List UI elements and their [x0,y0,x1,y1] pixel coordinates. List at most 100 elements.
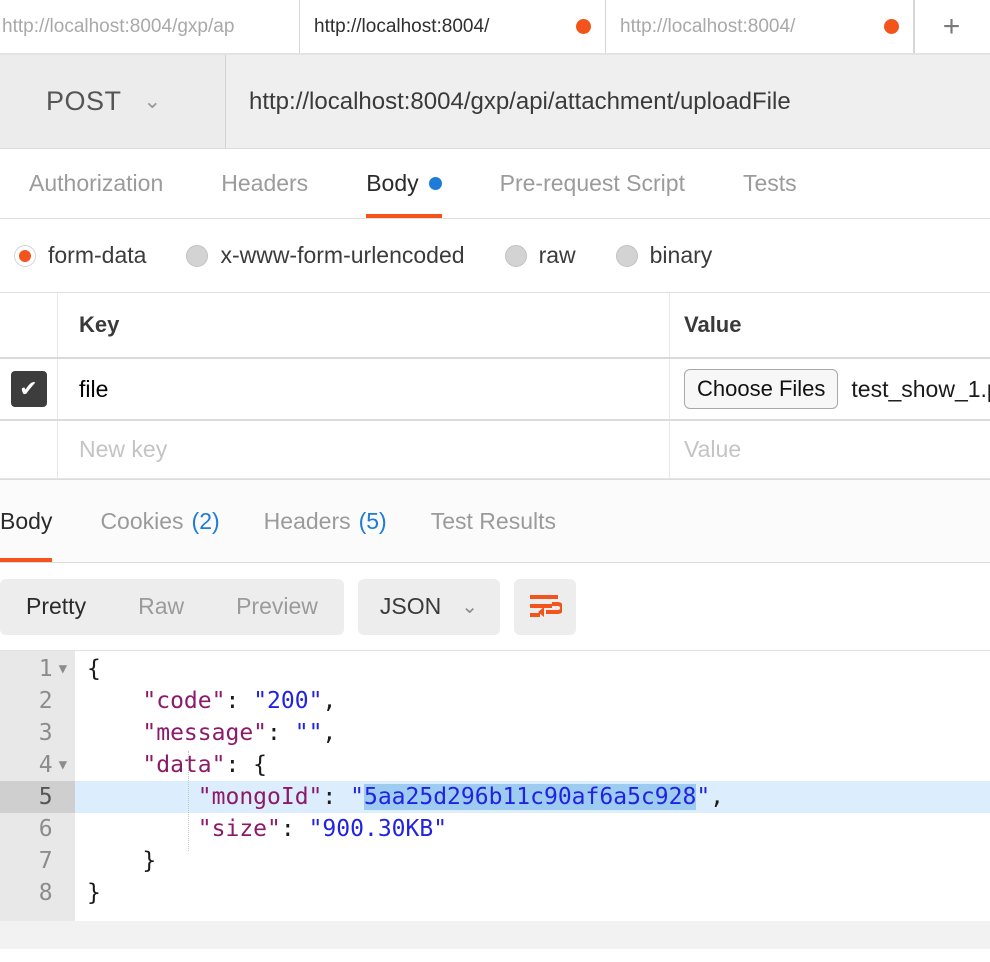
response-tabs: Body Cookies (2) Headers (5) Test Result… [0,479,990,563]
unsaved-changes-dot-icon [884,19,899,34]
line-number-3: 3▼ [0,717,75,749]
request-url-input[interactable]: http://localhost:8004/gxp/api/attachment… [226,55,990,148]
word-wrap-button[interactable] [514,578,577,635]
response-tab-headers-label: Headers [263,507,351,534]
request-tabs: Authorization Headers Body Pre-request S… [0,149,990,219]
line-number-8: 8▼ [0,877,75,909]
selected-file-name: test_show_1.p [851,375,990,402]
response-tab-test-results[interactable]: Test Results [409,480,578,562]
body-type-urlencoded[interactable]: x-www-form-urlencoded [186,242,465,269]
radio-button-icon[interactable] [186,244,209,267]
header-key-cell: Key [58,293,670,357]
row-value-cell: Choose Files test_show_1.p [670,359,990,419]
header-value-cell: Value [670,293,990,357]
code-token: " [350,784,364,810]
body-type-form-data-label: form-data [48,242,147,268]
radio-button-icon[interactable] [504,244,527,267]
line-number-gutter: 1▼2▼3▼4▼5▼6▼7▼8▼ [0,651,75,921]
response-tab-body[interactable]: Body [0,480,78,562]
tab-headers[interactable]: Headers [192,149,337,218]
new-tab-button[interactable]: + [914,0,988,53]
response-format-label: JSON [379,593,442,619]
table-new-row: New key Value [0,421,990,479]
browser-tab-2[interactable]: http://localhost:8004/ [606,0,914,53]
column-header-key: Key [79,312,120,337]
response-tab-body-label: Body [0,507,53,534]
line-number-7: 7▼ [0,845,75,877]
view-mode-pretty[interactable]: Pretty [0,579,112,635]
body-type-raw[interactable]: raw [504,242,576,269]
row-enabled-checkbox[interactable]: ✔ [10,371,47,407]
table-row: ✔ file Choose Files test_show_1.p [0,359,990,421]
row-enabled-cell: ✔ [0,359,58,419]
code-token: "size" [87,816,281,842]
tab-headers-label: Headers [221,170,309,196]
fold-toggle-icon[interactable]: ▼ [59,653,67,685]
code-token: } [87,880,101,906]
code-token: } [87,848,157,874]
line-number-label: 8 [38,880,53,906]
code-token: "mongoId" [87,784,323,810]
code-line-6: "size": "900.30KB" [75,813,990,845]
browser-tab-1[interactable]: http://localhost:8004/ [300,0,606,53]
tab-body[interactable]: Body [337,149,470,218]
view-mode-preview[interactable]: Preview [210,579,344,635]
code-line-7: } [75,845,990,877]
browser-tab-0-label: http://localhost:8004/gxp/ap [2,15,235,37]
response-tab-test-results-label: Test Results [430,507,556,534]
tab-tests[interactable]: Tests [714,149,826,218]
code-token: "900.30KB" [308,816,448,842]
request-url-row: POST ⌄ http://localhost:8004/gxp/api/att… [0,55,990,149]
response-tab-headers[interactable]: Headers (5) [242,480,409,562]
body-type-binary[interactable]: binary [615,242,712,269]
check-icon: ✔ [19,376,38,401]
tab-pre-request-script[interactable]: Pre-request Script [471,149,714,218]
body-modified-dot-icon [428,177,442,190]
radio-button-icon[interactable] [615,244,638,267]
form-data-table: Key Value ✔ file Choose Files test_show_… [0,293,990,479]
code-line-1: { [75,653,990,685]
tab-authorization[interactable]: Authorization [0,149,192,218]
line-number-label: 4 [38,752,53,778]
line-number-label: 3 [38,720,53,746]
response-tab-headers-count: (5) [358,507,387,534]
tab-pre-request-script-label: Pre-request Script [499,170,685,196]
response-tab-cookies[interactable]: Cookies (2) [78,480,241,562]
fold-toggle-icon[interactable]: ▼ [59,749,67,781]
code-token: " [696,784,711,810]
code-line-8: } [75,877,990,909]
body-type-raw-label: raw [538,242,576,268]
choose-files-button[interactable]: Choose Files [684,369,839,409]
code-token: "code" [87,688,226,714]
code-token: { [87,656,101,682]
code-line-2: "code": "200", [75,685,990,717]
response-tab-cookies-label: Cookies [100,507,184,534]
new-value-input[interactable]: Value [670,421,990,478]
radio-button-icon[interactable] [14,244,36,267]
row-key-cell[interactable]: file [58,359,670,419]
code-token: "" [294,720,323,746]
line-number-label: 7 [38,848,53,874]
browser-tab-1-label: http://localhost:8004/ [314,15,490,37]
body-type-form-data[interactable]: form-data [14,242,146,269]
body-type-radio-group: form-data x-www-form-urlencoded raw bina… [0,219,990,293]
tab-body-label: Body [366,170,419,196]
line-number-4: 4 ▼ [0,749,75,781]
response-format-selector[interactable]: JSON ⌄ [357,578,501,635]
response-body-code[interactable]: { "code": "200", "message": "", "data": … [75,651,990,921]
view-mode-raw[interactable]: Raw [112,579,210,635]
http-method-selector[interactable]: POST ⌄ [0,55,226,148]
code-token: : [225,688,254,714]
selected-text: 5aa25d296b11c90af6a5c928 [363,784,697,810]
viewer-bottom-strip [0,921,990,949]
response-tab-cookies-count: (2) [191,507,220,534]
line-number-label: 5 [38,784,53,810]
code-token: : [280,816,309,842]
line-number-2: 2▼ [0,685,75,717]
code-line-4: "data": { [75,749,990,781]
code-token: , [322,720,337,746]
new-key-placeholder: New key [79,436,168,462]
browser-tab-0[interactable]: http://localhost:8004/gxp/ap [0,0,300,53]
indent-guide [188,751,189,851]
new-key-input[interactable]: New key [58,421,670,478]
